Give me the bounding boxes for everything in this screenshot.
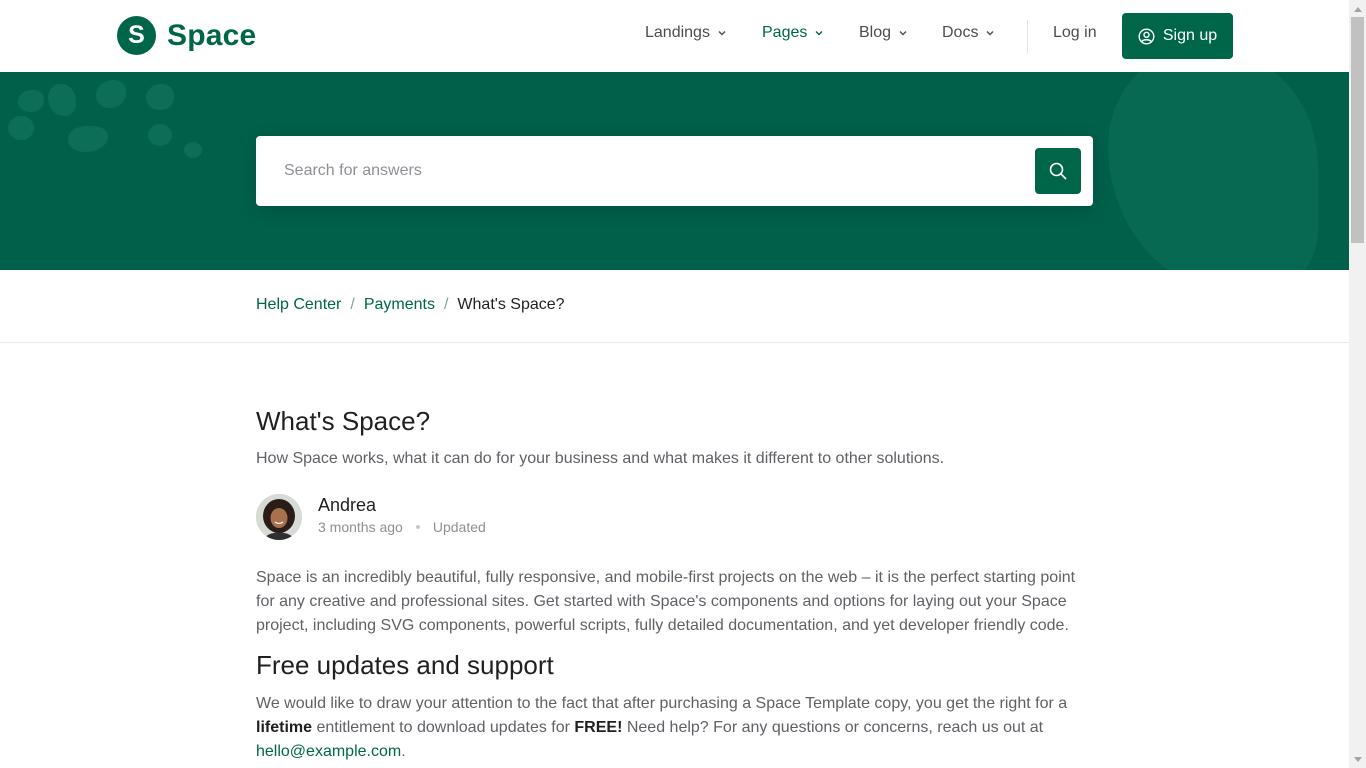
decor-blob [184, 142, 202, 158]
avatar-image [256, 494, 302, 540]
nav-item-label: Landings [645, 24, 710, 41]
search-button[interactable] [1035, 148, 1081, 194]
meta-dot [415, 525, 420, 529]
nav-item-label: Blog [859, 24, 892, 41]
decor-blob [146, 84, 174, 110]
decor-blob [8, 116, 34, 140]
breadcrumb-payments[interactable]: Payments [364, 296, 435, 314]
decor-shape [1108, 72, 1318, 270]
bold-text: lifetime [256, 719, 313, 736]
breadcrumb-help-center[interactable]: Help Center [256, 296, 341, 314]
nav-item-label: Docs [942, 24, 979, 41]
breadcrumb-bar: Help Center / Payments / What's Space? [0, 270, 1349, 343]
bold-text: FREE! [574, 719, 623, 736]
section-paragraph: We would like to draw your attention to … [256, 692, 1093, 764]
search-icon [1049, 162, 1067, 180]
author-meta: 3 months ago Updated [318, 519, 486, 535]
author-name: Andrea [318, 495, 377, 515]
signup-button[interactable]: Sign up [1122, 13, 1233, 59]
text-fragment: Need help? For any questions or concerns… [622, 719, 1044, 736]
nav-item-label: Pages [762, 24, 808, 41]
article: What's Space? How Space works, what it c… [256, 404, 1093, 764]
chevron-down-icon [815, 31, 823, 36]
text-fragment: entitlement to download updates for [312, 719, 575, 736]
section-title: Free updates and support [256, 650, 554, 680]
user-circle-icon [1138, 27, 1155, 45]
avatar [256, 494, 302, 540]
scrollbar-thumb[interactable] [1351, 17, 1364, 243]
breadcrumb-current: What's Space? [457, 296, 565, 313]
post-status: Updated [432, 519, 486, 535]
text-fragment: . [401, 743, 406, 760]
breadcrumb: Help Center / Payments / What's Space? [256, 296, 565, 314]
chevron-down-icon [986, 31, 994, 36]
article-lead: How Space works, what it can do for your… [256, 450, 945, 467]
author-block: Andrea 3 months ago Updated [256, 494, 1093, 542]
nav-item-landings[interactable]: Landings [645, 24, 727, 42]
nav-item-pages[interactable]: Pages [762, 24, 824, 42]
decor-blob [18, 90, 44, 112]
nav-item-docs[interactable]: Docs [942, 24, 995, 42]
logo-icon: S [117, 16, 156, 55]
chevron-down-icon [899, 31, 907, 36]
decor-blob [68, 126, 108, 152]
scroll-up-arrow-icon[interactable] [1349, 0, 1366, 17]
signup-label: Sign up [1162, 27, 1218, 44]
page: S Space Landings Pages Blog Docs Log in [0, 0, 1349, 768]
brand-logo[interactable]: S Space [117, 16, 256, 55]
decor-blob [48, 84, 76, 116]
brand-name: Space [167, 18, 257, 52]
nav-item-blog[interactable]: Blog [859, 24, 908, 42]
hero-banner [0, 72, 1349, 270]
decor-blob [148, 124, 172, 146]
login-link[interactable]: Log in [1053, 24, 1097, 42]
site-header: S Space Landings Pages Blog Docs Log in [0, 0, 1349, 72]
breadcrumb-separator: / [443, 296, 449, 313]
scroll-down-arrow-icon[interactable] [1349, 751, 1366, 768]
text-fragment: We would like to draw your attention to … [256, 695, 1068, 712]
decor-blob [96, 80, 126, 108]
scrollbar[interactable] [1349, 0, 1366, 768]
search-input[interactable] [274, 136, 1034, 206]
breadcrumb-separator: / [350, 296, 355, 313]
article-title: What's Space? [256, 406, 431, 436]
nav-divider [1027, 20, 1028, 53]
post-time: 3 months ago [318, 519, 403, 535]
chevron-down-icon [718, 31, 726, 36]
article-intro: Space is an incredibly beautiful, fully … [256, 569, 1076, 634]
email-link[interactable]: hello@example.com [256, 743, 401, 760]
search-box [256, 136, 1093, 206]
